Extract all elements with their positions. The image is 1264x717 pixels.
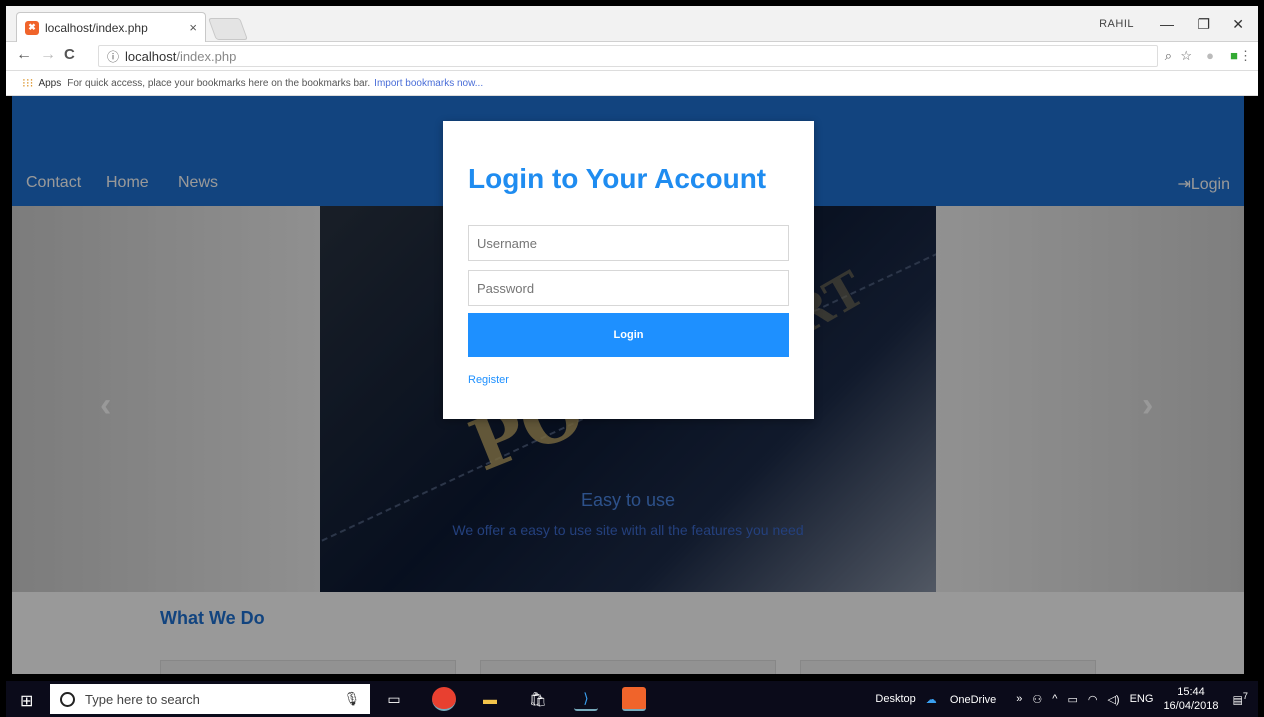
windows-taskbar: ⊞ Type here to search 🎙 ▭ ▬ 🛍 ⟩ Desktop … <box>6 681 1258 717</box>
task-view-icon[interactable]: ▭ <box>382 687 406 711</box>
xampp-favicon-icon: ✖ <box>25 20 39 35</box>
bookmarks-hint: For quick access, place your bookmarks h… <box>67 77 371 89</box>
tab-title: localhost/index.php <box>45 20 148 35</box>
url-host: localhost <box>125 48 177 64</box>
url-path: /index.php <box>176 48 237 64</box>
minimize-icon[interactable]: — <box>1160 16 1174 32</box>
notification-count: 7 <box>1242 691 1248 702</box>
zoom-icon[interactable]: ⌕ <box>1165 48 1172 64</box>
search-placeholder: Type here to search <box>85 691 200 707</box>
more-icon[interactable]: » <box>1016 693 1022 705</box>
back-icon[interactable]: ← <box>16 46 32 64</box>
file-explorer-icon[interactable]: ▬ <box>478 687 502 711</box>
notification-icon[interactable]: ▤7 <box>1233 691 1249 707</box>
info-icon[interactable]: ⓘ <box>107 48 119 65</box>
password-input[interactable] <box>468 270 789 306</box>
onedrive-text: OneDrive <box>949 693 997 706</box>
system-tray: Desktop ☁ OneDrive » ⚇ ^ ▭ ◠ ◁) ENG 15:4… <box>875 681 1258 717</box>
desktop-toolbar-label[interactable]: Desktop <box>875 693 915 705</box>
address-bar[interactable]: ⓘ localhost/index.php <box>98 45 1158 67</box>
close-tab-icon[interactable]: × <box>189 20 197 35</box>
browser-tab[interactable]: ✖ localhost/index.php × <box>16 12 206 42</box>
new-tab-button[interactable] <box>207 18 249 40</box>
windows-start-icon[interactable]: ⊞ <box>20 691 33 711</box>
chrome-icon[interactable] <box>432 687 456 711</box>
menu-icon[interactable]: ⋮ <box>1239 48 1252 64</box>
profile-name[interactable]: RAHIL <box>1099 18 1134 30</box>
taskbar-search-box[interactable]: Type here to search 🎙 <box>50 684 370 714</box>
close-window-icon[interactable]: ✕ <box>1232 16 1244 33</box>
reload-icon[interactable]: C <box>64 46 75 63</box>
import-bookmarks-link[interactable]: Import bookmarks now... <box>374 78 483 89</box>
cloud-icon: ☁ <box>925 693 937 706</box>
volume-icon[interactable]: ◁) <box>1107 693 1119 706</box>
apps-label[interactable]: Apps <box>38 78 61 89</box>
bookmarks-bar: ⁝⁝⁝ Apps For quick access, place your bo… <box>6 71 1258 96</box>
browser-tabstrip: ✖ localhost/index.php × RAHIL — ❐ ✕ <box>6 6 1258 42</box>
username-input[interactable] <box>468 225 789 261</box>
screen: ✖ localhost/index.php × RAHIL — ❐ ✕ ← → … <box>0 0 1264 717</box>
store-icon[interactable]: 🛍 <box>526 687 550 711</box>
forward-icon[interactable]: → <box>40 46 56 64</box>
apps-grid-icon[interactable]: ⁝⁝⁝ <box>22 76 33 90</box>
people-icon[interactable]: ⚇ <box>1032 693 1042 706</box>
cortana-icon <box>60 691 75 707</box>
xampp-icon[interactable] <box>622 687 646 711</box>
bookmark-star-icon[interactable]: ☆ <box>1180 48 1192 64</box>
language-indicator[interactable]: ENG <box>1130 693 1154 705</box>
cors-extension-icon[interactable]: ■ <box>1230 48 1238 63</box>
onedrive-label[interactable]: ☁ OneDrive <box>926 693 1007 706</box>
clock-time: 15:44 <box>1177 686 1205 698</box>
extension-icon[interactable]: ● <box>1206 48 1214 63</box>
battery-icon[interactable]: ▭ <box>1067 693 1077 706</box>
login-modal: Login to Your Account Login Register <box>443 121 814 419</box>
clock-date: 16/04/2018 <box>1163 700 1219 712</box>
show-hidden-icon[interactable]: ^ <box>1052 693 1057 705</box>
vscode-icon[interactable]: ⟩ <box>574 687 598 711</box>
clock[interactable]: 15:44 16/04/2018 <box>1163 685 1218 713</box>
register-link[interactable]: Register <box>468 374 509 386</box>
wifi-icon[interactable]: ◠ <box>1088 693 1098 706</box>
restore-icon[interactable]: ❐ <box>1197 16 1210 33</box>
modal-title: Login to Your Account <box>468 163 767 194</box>
microphone-icon[interactable]: 🎙 <box>343 691 360 707</box>
login-button[interactable]: Login <box>468 313 789 357</box>
browser-toolbar: ← → C ⓘ localhost/index.php ⌕ ☆ ● ■ ⋮ <box>6 42 1258 71</box>
